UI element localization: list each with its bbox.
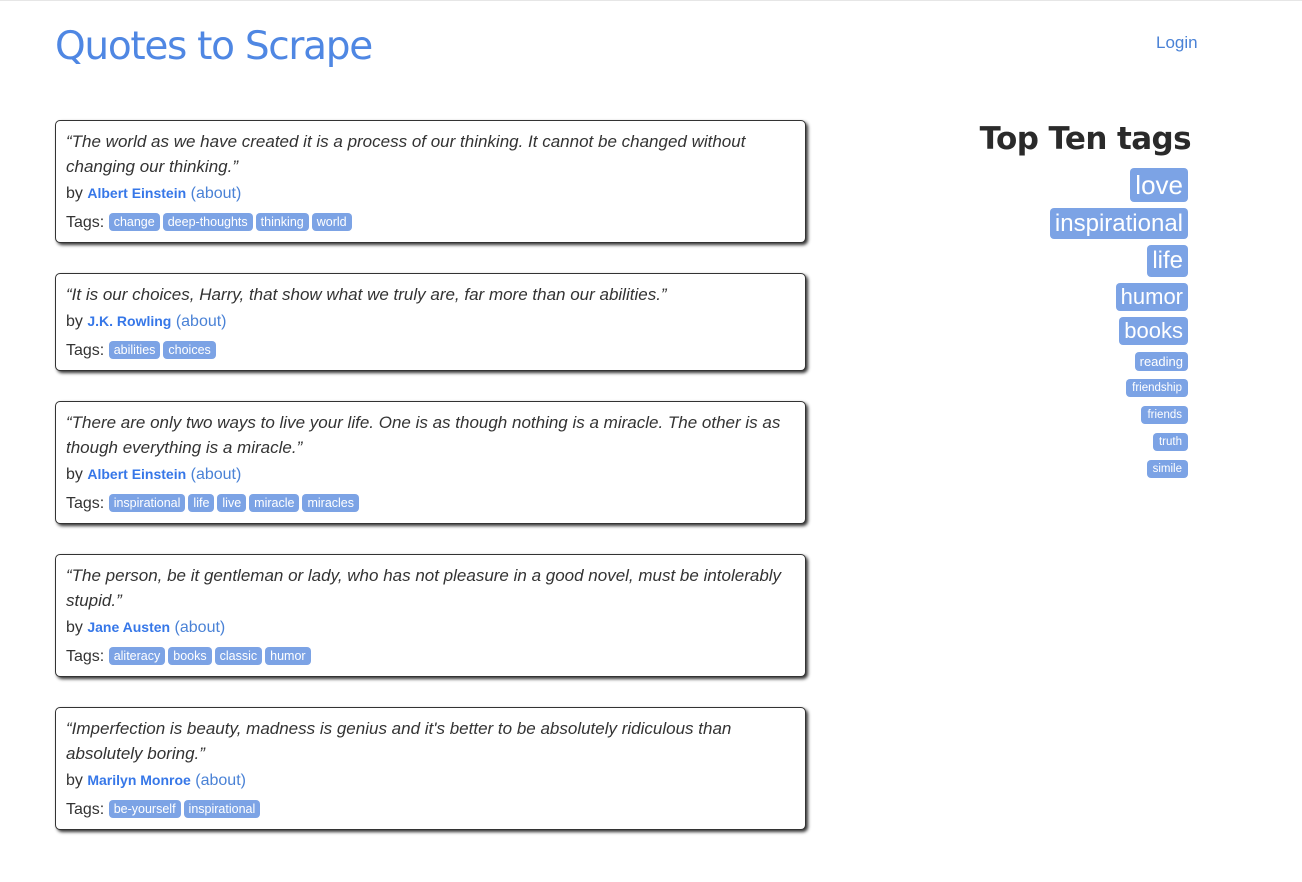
tag-link[interactable]: live [217, 494, 247, 512]
tag-item-humor: humor [931, 283, 1191, 311]
top-tag-books[interactable]: books [1119, 317, 1188, 345]
tag-link[interactable]: humor [265, 647, 311, 665]
tags-label: Tags: [66, 648, 105, 665]
about-link[interactable]: (about) [191, 466, 242, 483]
tag-link[interactable]: aliteracy [108, 647, 166, 665]
quotes-list: “The world as we have created it is a pr… [55, 120, 806, 860]
top-divider [0, 0, 1302, 1]
author-name: J.K. Rowling [87, 313, 172, 329]
author-name: Albert Einstein [87, 466, 187, 482]
quote-text: “The person, be it gentleman or lady, wh… [66, 566, 782, 610]
by-label: by [66, 313, 83, 330]
tag-link[interactable]: miracles [302, 494, 360, 512]
by-label: by [66, 466, 83, 483]
top-tag-love[interactable]: love [1130, 168, 1188, 202]
tag-item-love: love [931, 168, 1191, 202]
tag-link[interactable]: inspirational [108, 494, 186, 512]
quote-byline: by Albert Einstein (about) [66, 463, 795, 486]
top-tag-friends[interactable]: friends [1141, 406, 1188, 424]
tag-item-books: books [931, 317, 1191, 345]
tag-link[interactable]: classic [214, 647, 263, 665]
tag-item-reading: reading [931, 352, 1191, 371]
quote-card: “It is our choices, Harry, that show wha… [55, 273, 806, 371]
author-name: Marilyn Monroe [87, 772, 191, 788]
site-title-link[interactable]: Quotes to Scrape [55, 22, 373, 72]
top-tag-simile[interactable]: simile [1146, 460, 1188, 478]
about-link[interactable]: (about) [195, 772, 246, 789]
tag-link[interactable]: deep-thoughts [162, 213, 253, 231]
quote-text: “Imperfection is beauty, madness is geni… [66, 719, 732, 763]
top-tag-humor[interactable]: humor [1115, 283, 1188, 311]
quote-tags: Tags: abilities choices [66, 341, 795, 361]
tag-link[interactable]: choices [163, 341, 216, 359]
quote-card: “The world as we have created it is a pr… [55, 120, 806, 243]
top-tags-box: Top Ten tags love inspirational life hum… [931, 118, 1192, 486]
about-link[interactable]: (about) [175, 619, 226, 636]
quote-byline: by J.K. Rowling (about) [66, 310, 795, 333]
top-tag-reading[interactable]: reading [1134, 352, 1188, 371]
quote-byline: by Albert Einstein (about) [66, 182, 795, 205]
quote-text: “There are only two ways to live your li… [66, 413, 781, 457]
tag-link[interactable]: change [108, 213, 160, 231]
by-label: by [66, 772, 83, 789]
tag-link[interactable]: books [168, 647, 212, 665]
tag-link[interactable]: thinking [255, 213, 309, 231]
tags-label: Tags: [66, 801, 105, 818]
quote-tags: Tags: aliteracy books classic humor [66, 647, 795, 667]
quote-card: “There are only two ways to live your li… [55, 401, 806, 524]
about-link[interactable]: (about) [191, 185, 242, 202]
author-name: Albert Einstein [87, 185, 187, 201]
tag-link[interactable]: be-yourself [108, 800, 181, 818]
tag-item-truth: truth [931, 432, 1191, 451]
quote-tags: Tags: change deep-thoughts thinking world [66, 213, 795, 233]
quote-byline: by Jane Austen (about) [66, 616, 795, 639]
quote-text: “The world as we have created it is a pr… [66, 132, 746, 176]
tag-item-life: life [931, 245, 1191, 277]
login-link[interactable]: Login [1156, 32, 1198, 54]
by-label: by [66, 185, 83, 202]
top-tag-life[interactable]: life [1147, 245, 1188, 277]
tag-link[interactable]: miracle [249, 494, 300, 512]
tag-item-friendship: friendship [931, 378, 1191, 397]
tag-link[interactable]: inspirational [183, 800, 261, 818]
tag-item-friends: friends [931, 405, 1191, 424]
tags-label: Tags: [66, 342, 105, 359]
quote-card: “Imperfection is beauty, madness is geni… [55, 707, 806, 830]
quote-card: “The person, be it gentleman or lady, wh… [55, 554, 806, 677]
quote-tags: Tags: be-yourself inspirational [66, 800, 795, 820]
tag-link[interactable]: world [311, 213, 352, 231]
tags-label: Tags: [66, 495, 105, 512]
quote-text: “It is our choices, Harry, that show wha… [66, 285, 667, 304]
tag-link[interactable]: abilities [108, 341, 161, 359]
tag-item-simile: simile [931, 459, 1191, 478]
tag-link[interactable]: life [188, 494, 215, 512]
top-tag-friendship[interactable]: friendship [1126, 379, 1188, 397]
by-label: by [66, 619, 83, 636]
top-tag-truth[interactable]: truth [1152, 433, 1188, 451]
top-tags-heading: Top Ten tags [979, 121, 1192, 157]
tag-item-inspirational: inspirational [931, 208, 1191, 239]
author-name: Jane Austen [87, 619, 171, 635]
top-tag-inspirational[interactable]: inspirational [1049, 208, 1188, 239]
quote-byline: by Marilyn Monroe (about) [66, 769, 795, 792]
quote-tags: Tags: inspirational life live miracle miracl… [66, 494, 795, 514]
tags-label: Tags: [66, 214, 105, 231]
about-link[interactable]: (about) [176, 313, 227, 330]
